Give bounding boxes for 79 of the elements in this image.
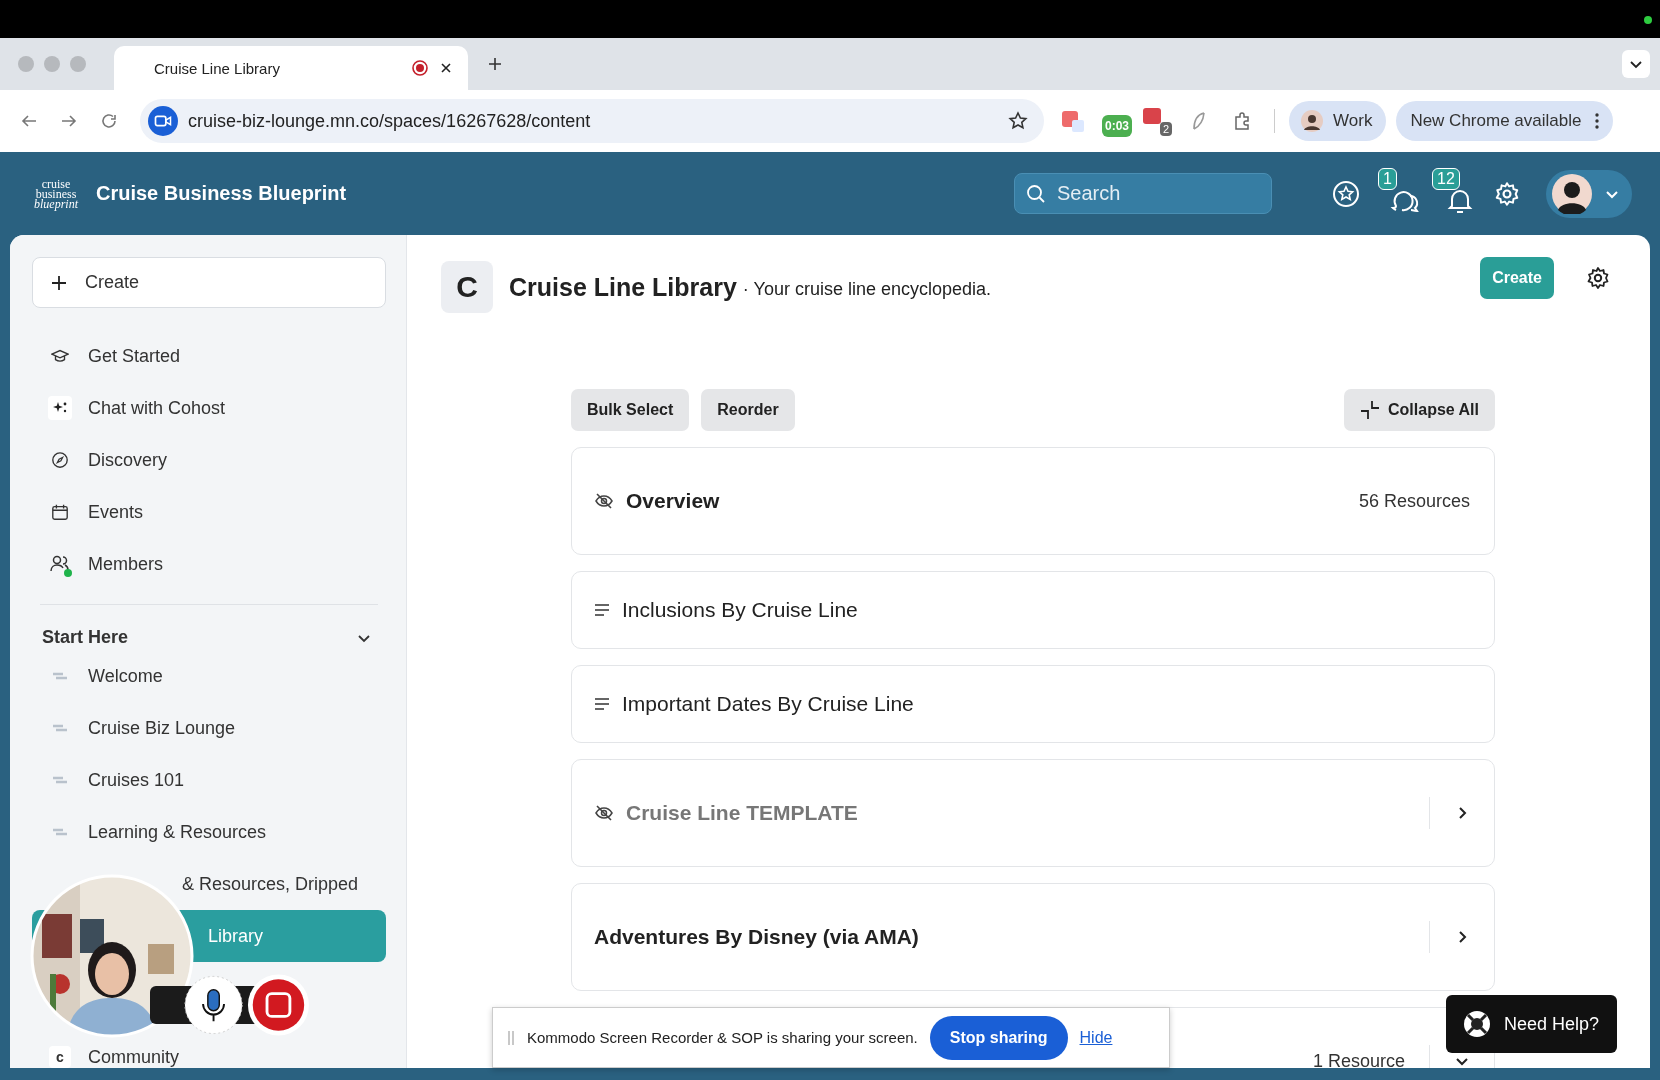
section-header[interactable]: Start Here <box>32 625 386 650</box>
account-menu-button[interactable] <box>1546 169 1632 218</box>
address-field[interactable]: cruise-biz-lounge.mn.co/spaces/16267628/content <box>140 99 1044 143</box>
content-card[interactable]: Cruise Line TEMPLATE <box>571 759 1495 867</box>
more-icon[interactable] <box>1595 113 1600 129</box>
space-icon: C <box>441 261 493 313</box>
collapse-all-button[interactable]: Collapse All <box>1344 389 1495 431</box>
content-card[interactable]: Important Dates By Cruise Line <box>571 665 1495 743</box>
space-item[interactable]: Learning & Resources <box>32 806 386 858</box>
sidebar-item[interactable]: Chat with Cohost <box>32 382 386 434</box>
section-title: Inclusions By Cruise Line <box>622 598 858 622</box>
search-field[interactable]: Search <box>1014 173 1272 214</box>
space-item[interactable]: & Resources, Dripped <box>32 858 386 910</box>
drag-handle-icon[interactable] <box>507 1029 515 1046</box>
bookmark-star-icon[interactable] <box>1008 111 1028 131</box>
action-button[interactable]: Bulk Select <box>571 389 690 431</box>
settings-icon[interactable] <box>1586 266 1610 290</box>
status-dot <box>1644 16 1652 24</box>
calendar-extension-icon[interactable] <box>1060 108 1086 134</box>
stop-sharing-button[interactable]: Stop sharing <box>929 1015 1068 1060</box>
people-icon <box>50 554 70 574</box>
collapse-icon <box>1360 400 1380 420</box>
section-title: Overview <box>626 489 720 513</box>
hide-link[interactable]: Hide <box>1079 1028 1113 1047</box>
star-badge-icon[interactable] <box>1332 179 1360 208</box>
browser-tab[interactable]: Cruise Line Library <box>114 46 468 90</box>
compass-icon <box>51 451 69 469</box>
logo[interactable]: cruise business blueprint <box>30 178 82 209</box>
update-button[interactable]: New Chrome available <box>1396 101 1614 141</box>
section-title: Important Dates By Cruise Line <box>622 692 914 716</box>
reload-icon[interactable] <box>100 112 118 130</box>
content-card[interactable]: Adventures By Disney (via AMA) <box>571 883 1495 991</box>
page-title: Cruise Line Library <box>509 272 737 302</box>
sidebar-item[interactable]: Get Started <box>32 330 386 382</box>
resource-count: 56 Resources <box>1358 490 1470 512</box>
section-title: Cruise Line TEMPLATE <box>626 801 858 825</box>
help-button[interactable]: Need Help? <box>1446 995 1617 1053</box>
space-letter-icon: c <box>49 1046 71 1068</box>
text-lines-icon <box>594 697 610 711</box>
profile-avatar <box>1301 110 1324 132</box>
search-icon <box>1026 184 1046 204</box>
lines-icon <box>52 671 68 681</box>
section-title: Adventures By Disney (via AMA) <box>594 925 919 949</box>
avatar <box>1552 173 1592 214</box>
space-item[interactable]: Cruises 101 <box>32 754 386 806</box>
lines-icon <box>52 827 68 837</box>
page-subtitle: · Your cruise line encyclopedia. <box>742 278 991 300</box>
sidebar-item[interactable]: Events <box>32 486 386 538</box>
lifebuoy-icon <box>1462 1009 1492 1039</box>
sharing-message: Kommodo Screen Recorder & SOP is sharing your screen. <box>527 1029 918 1046</box>
microphone-button[interactable] <box>184 974 244 1036</box>
text-lines-icon <box>594 603 610 617</box>
space-item[interactable]: Welcome <box>32 650 386 702</box>
lines-icon <box>52 723 68 733</box>
resource-count: 1 Resource <box>1312 1050 1405 1068</box>
sidebar-item[interactable]: Members <box>32 538 386 590</box>
create-button[interactable]: Create <box>32 257 386 308</box>
record-icon <box>412 60 428 76</box>
new-tab-icon[interactable] <box>488 57 502 71</box>
space-item[interactable]: c Community <box>32 1046 386 1068</box>
community-name[interactable]: Cruise Business Blueprint <box>96 182 347 205</box>
content-card[interactable]: Overview 56 Resources <box>571 447 1495 555</box>
video-camera-icon <box>148 106 178 136</box>
action-button[interactable]: Reorder <box>701 389 795 431</box>
sparkle-icon <box>48 396 72 420</box>
lines-icon <box>52 775 68 785</box>
profile-button[interactable]: Work <box>1289 101 1387 141</box>
notification-count: 1 <box>1378 167 1397 190</box>
chevron-down-icon[interactable] <box>1622 50 1650 78</box>
close-icon[interactable] <box>440 62 452 74</box>
sidebar-item[interactable]: Discovery <box>32 434 386 486</box>
content-card[interactable]: Inclusions By Cruise Line <box>571 571 1495 649</box>
space-item[interactable]: Cruise Biz Lounge <box>32 702 386 754</box>
calendar-icon <box>51 503 69 521</box>
calendar-extension-badge[interactable]: 2 <box>1142 106 1173 136</box>
stop-recording-button[interactable] <box>247 972 310 1038</box>
graduation-cap-icon <box>51 347 69 365</box>
notification-count: 12 <box>1432 167 1460 190</box>
plus-icon <box>51 274 67 291</box>
